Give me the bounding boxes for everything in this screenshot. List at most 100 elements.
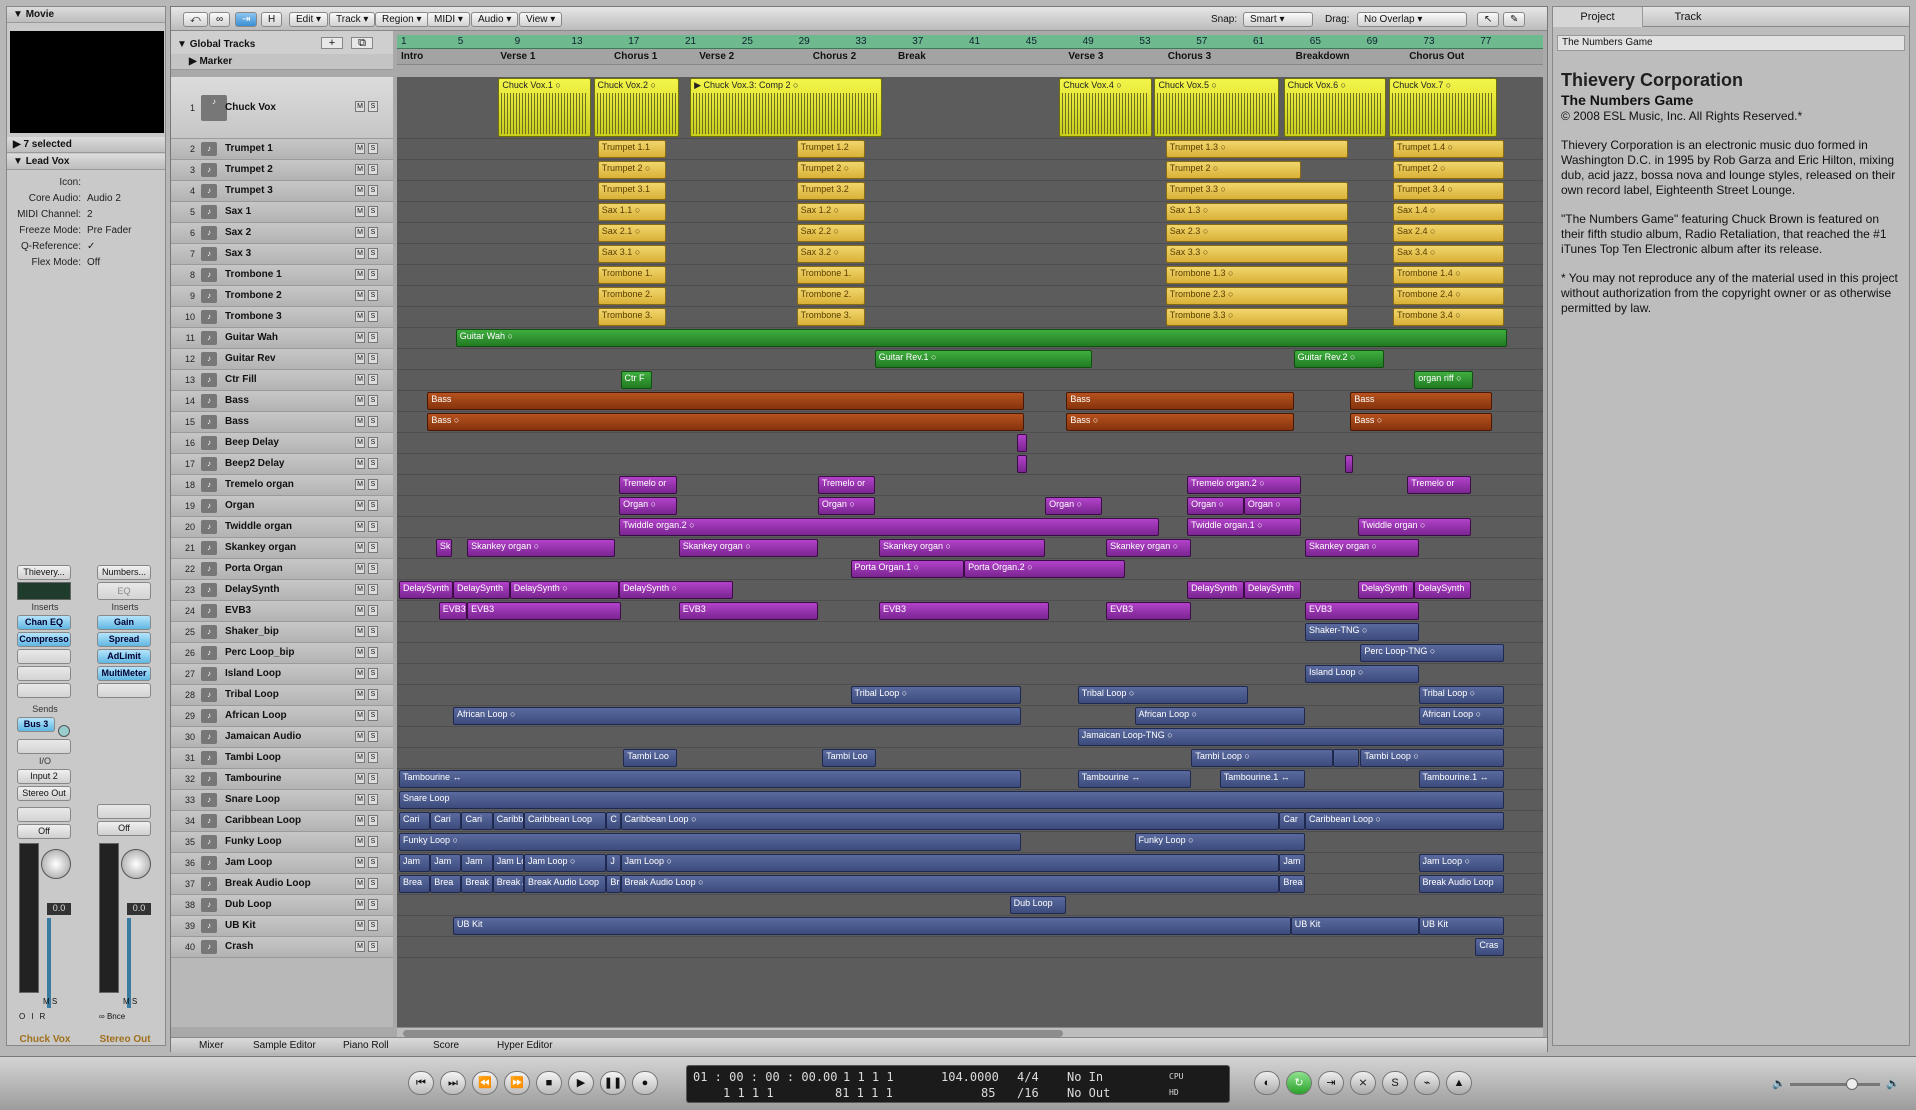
track-name[interactable]: Skankey organ <box>225 538 296 558</box>
region[interactable]: Cari <box>430 812 462 830</box>
track-lane[interactable] <box>397 937 1543 958</box>
region[interactable]: Brea <box>1279 875 1305 893</box>
region[interactable]: Trumpet 2 ○ <box>1393 161 1504 179</box>
track-name[interactable]: Porta Organ <box>225 559 283 579</box>
mute-button[interactable]: M <box>355 626 365 637</box>
region[interactable]: Break Audio Loop <box>523 875 607 893</box>
region[interactable]: Tambourine ↔ <box>399 770 1021 788</box>
region[interactable]: Snare Loop <box>399 791 1504 809</box>
solo-button[interactable]: S <box>368 521 378 532</box>
region[interactable]: Skankey organ ○ <box>878 539 1046 557</box>
track-name[interactable]: UB Kit <box>225 916 256 936</box>
track-name[interactable]: Trombone 3 <box>225 307 282 327</box>
insert-slot-2[interactable]: Compresso <box>17 632 71 647</box>
mute-button[interactable]: M <box>355 668 365 679</box>
track-name[interactable]: African Loop <box>225 706 287 726</box>
track-header[interactable]: 32 ♪ Tambourine M S <box>171 769 393 790</box>
solo-button[interactable]: S <box>368 353 378 364</box>
h-button[interactable]: H <box>261 12 283 27</box>
track-header[interactable]: 37 ♪ Break Audio Loop M S <box>171 874 393 895</box>
send-slot-2[interactable] <box>17 739 71 755</box>
region[interactable]: Sax 1.1 ○ <box>597 203 666 221</box>
region[interactable]: Trumpet 2 ○ <box>1165 161 1301 179</box>
bar-ruler[interactable]: 1 5 9 13 17 21 25 29 33 37 41 45 49 53 57 61 65 69 73 77 <box>397 35 1543 49</box>
track-name[interactable]: Dub Loop <box>225 895 272 915</box>
track-name[interactable]: Tambi Loop <box>225 748 281 768</box>
region[interactable]: Trumpet 1.3 ○ <box>1165 140 1348 158</box>
track-name[interactable]: Trumpet 1 <box>225 139 273 159</box>
pause-button[interactable]: ❚❚ <box>600 1071 626 1095</box>
solo-button[interactable]: S <box>368 185 378 196</box>
catch-button[interactable]: ⇥ <box>235 12 258 27</box>
master-volume-thumb[interactable] <box>1846 1078 1858 1090</box>
region[interactable]: Shaker-TNG ○ <box>1304 623 1419 641</box>
region[interactable] <box>1016 434 1027 452</box>
bounce-buttons[interactable]: ∞ Bnce <box>99 1012 125 1021</box>
solo-button[interactable]: S <box>368 290 378 301</box>
editor-tab[interactable]: Mixer <box>199 1038 223 1054</box>
insert-slot-5[interactable] <box>17 683 71 698</box>
solo-button[interactable]: S <box>368 626 378 637</box>
region[interactable]: Car <box>1279 812 1305 830</box>
region[interactable]: Organ ○ <box>1045 497 1102 515</box>
track-header[interactable]: 17 ♪ Beep2 Delay M S <box>171 454 393 475</box>
solo-button[interactable]: S <box>368 752 378 763</box>
region[interactable]: Caribbean Loop ○ <box>1304 812 1504 830</box>
region[interactable]: Sax 3.1 ○ <box>597 245 666 263</box>
region[interactable]: Guitar Wah ○ <box>455 329 1507 347</box>
region[interactable]: Break Audio Loop ○ <box>620 875 1280 893</box>
track-name[interactable]: Bass <box>225 412 249 432</box>
region[interactable]: Sax 1.3 ○ <box>1165 203 1348 221</box>
send-slot-1[interactable]: Bus 3 <box>17 717 55 732</box>
mute-button[interactable]: M <box>355 857 365 868</box>
region[interactable]: Chuck Vox.4 ○ <box>1059 78 1152 137</box>
track-name[interactable]: Ctr Fill <box>225 370 257 390</box>
fast-forward-button[interactable]: ⏩ <box>504 1071 530 1095</box>
region[interactable]: EVB3 <box>467 602 621 620</box>
track-name[interactable]: Island Loop <box>225 664 281 684</box>
send-knob[interactable] <box>58 725 71 738</box>
strip-top-button[interactable]: Numbers... <box>97 565 151 580</box>
mute-button[interactable]: M <box>355 374 365 385</box>
track-header[interactable]: 3 ♪ Trumpet 2 MS <box>171 160 393 181</box>
add-track-button[interactable]: + <box>321 37 343 49</box>
group-slot[interactable] <box>17 807 71 823</box>
track-header[interactable]: 19 ♪ Organ M S <box>171 496 393 517</box>
solo-button[interactable]: S <box>368 899 378 910</box>
link-button[interactable]: ∞ <box>209 12 231 27</box>
region[interactable]: Bass <box>427 392 1024 410</box>
mute-button[interactable]: M <box>355 290 365 301</box>
track-name[interactable]: Trumpet 2 <box>225 160 273 180</box>
mute-button[interactable]: M <box>355 500 365 511</box>
region[interactable]: Cras <box>1475 938 1504 956</box>
region[interactable]: Ctr F <box>620 371 652 389</box>
marker[interactable]: Intro <box>401 49 423 65</box>
solo-button[interactable]: S <box>368 374 378 385</box>
region[interactable]: Sax 2.3 ○ <box>1165 224 1348 242</box>
insert-slot-3[interactable]: AdLimit <box>97 649 151 664</box>
track-header[interactable]: 1 ♪ Chuck Vox M S <box>171 77 393 139</box>
region[interactable]: Trombone 1.4 ○ <box>1393 266 1504 284</box>
region[interactable]: EVB3 <box>678 602 818 620</box>
region[interactable]: Dub Loop <box>1009 896 1067 914</box>
pencil-tool[interactable]: ✎ <box>1503 12 1526 27</box>
region[interactable]: Trumpet 1.1 <box>597 140 666 158</box>
track-name[interactable]: Beep Delay <box>225 433 279 453</box>
region[interactable]: Sax 2.4 ○ <box>1393 224 1504 242</box>
marker[interactable]: Breakdown <box>1296 49 1350 65</box>
region[interactable]: Trombone 3. <box>597 308 666 326</box>
record-buttons[interactable]: OIR <box>19 1012 51 1021</box>
mute-button[interactable]: M <box>355 269 365 280</box>
region[interactable]: Bass ○ <box>1066 413 1294 431</box>
solo-button[interactable]: S <box>368 458 378 469</box>
solo-button[interactable]: S <box>368 101 378 112</box>
region[interactable]: organ riff ○ <box>1414 371 1473 389</box>
solo-button[interactable]: S <box>368 668 378 679</box>
inspector-row-value[interactable]: Audio 2 <box>87 191 121 207</box>
region[interactable]: Jam <box>461 854 493 872</box>
region[interactable]: Cari <box>399 812 431 830</box>
stop-button[interactable]: ■ <box>536 1071 562 1095</box>
solo-button[interactable]: S <box>368 437 378 448</box>
editor-tab[interactable]: Sample Editor <box>253 1038 316 1054</box>
solo-button[interactable]: S <box>368 206 378 217</box>
